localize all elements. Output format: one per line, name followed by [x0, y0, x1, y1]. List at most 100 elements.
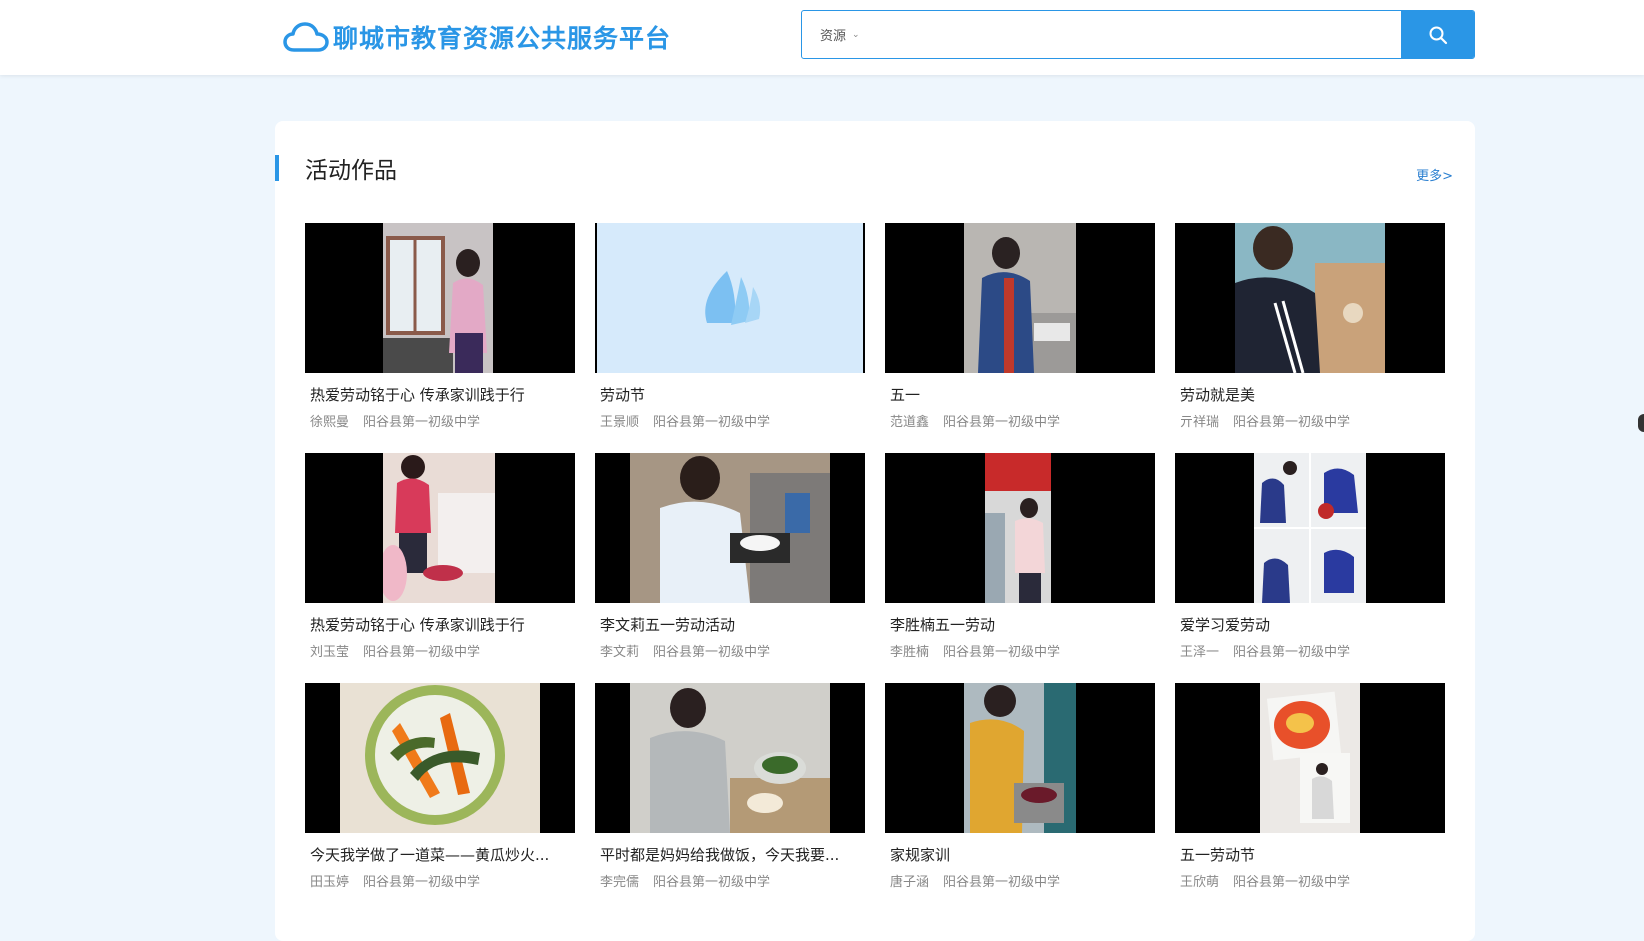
work-meta: 李胜楠 阳谷县第一初级中学 [890, 641, 1060, 660]
work-thumbnail[interactable] [595, 453, 865, 603]
top-header: 聊城市教育资源公共服务平台 资源 ⌄ [0, 0, 1644, 75]
work-meta: 田玉婷 阳谷县第一初级中学 [310, 871, 480, 890]
work-card[interactable]: 热爱劳动铭于心 传承家训践于行 徐熙曼 阳谷县第一初级中学 [305, 223, 575, 443]
work-school: 阳谷县第一初级中学 [653, 645, 771, 660]
search-type-label: 资源 [820, 29, 847, 44]
work-card[interactable]: 劳动就是美 亓祥瑞 阳谷县第一初级中学 [1175, 223, 1445, 443]
work-thumbnail[interactable] [1175, 453, 1445, 603]
work-photo [383, 453, 495, 603]
work-card[interactable]: 五一 范道鑫 阳谷县第一初级中学 [885, 223, 1155, 443]
work-author: 王泽一 [1180, 645, 1220, 660]
work-thumbnail[interactable] [1175, 683, 1445, 833]
placeholder-icon [705, 271, 761, 325]
site-title: 聊城市教育资源公共服务平台 [333, 24, 672, 53]
work-meta: 王泽一 阳谷县第一初级中学 [1180, 641, 1350, 660]
work-author: 田玉婷 [310, 875, 350, 890]
work-school: 阳谷县第一初级中学 [653, 875, 771, 890]
work-school: 阳谷县第一初级中学 [1233, 415, 1351, 430]
work-thumbnail[interactable] [595, 223, 865, 373]
work-card[interactable]: 平时都是妈妈给我做饭，今天我要... 李完儒 阳谷县第一初级中学 [595, 683, 865, 903]
work-photo [964, 683, 1076, 833]
work-title[interactable]: 平时都是妈妈给我做饭，今天我要... [600, 844, 860, 865]
work-thumbnail[interactable] [885, 453, 1155, 603]
work-meta: 李文莉 阳谷县第一初级中学 [600, 641, 770, 660]
work-card[interactable]: 今天我学做了一道菜——黄瓜炒火... 田玉婷 阳谷县第一初级中学 [305, 683, 575, 903]
work-school: 阳谷县第一初级中学 [1233, 875, 1351, 890]
work-author: 亓祥瑞 [1180, 415, 1220, 430]
work-meta: 王欣萌 阳谷县第一初级中学 [1180, 871, 1350, 890]
work-photo [1254, 453, 1366, 603]
work-meta: 王景顺 阳谷县第一初级中学 [600, 411, 770, 430]
work-author: 王欣萌 [1180, 875, 1220, 890]
work-school: 阳谷县第一初级中学 [943, 875, 1061, 890]
work-school: 阳谷县第一初级中学 [363, 645, 481, 660]
work-author: 刘玉莹 [310, 645, 350, 660]
work-author: 范道鑫 [890, 415, 930, 430]
side-float-handle[interactable] [1638, 414, 1644, 432]
work-title[interactable]: 李胜楠五一劳动 [890, 614, 1150, 635]
work-school: 阳谷县第一初级中学 [943, 645, 1061, 660]
work-school: 阳谷县第一初级中学 [363, 415, 481, 430]
work-author: 徐熙曼 [310, 415, 350, 430]
work-title[interactable]: 爱学习爱劳动 [1180, 614, 1440, 635]
work-photo [964, 223, 1076, 373]
work-card[interactable]: 爱学习爱劳动 王泽一 阳谷县第一初级中学 [1175, 453, 1445, 673]
work-title[interactable]: 李文莉五一劳动活动 [600, 614, 860, 635]
work-thumbnail[interactable] [305, 453, 575, 603]
work-card[interactable]: 热爱劳动铭于心 传承家训践于行 刘玉莹 阳谷县第一初级中学 [305, 453, 575, 673]
work-title[interactable]: 五一 [890, 384, 1150, 405]
work-card[interactable]: 李胜楠五一劳动 李胜楠 阳谷县第一初级中学 [885, 453, 1155, 673]
work-thumbnail[interactable] [885, 223, 1155, 373]
cloud-icon [283, 22, 329, 52]
site-logo[interactable]: 聊城市教育资源公共服务平台 [283, 17, 671, 57]
work-author: 李完儒 [600, 875, 640, 890]
work-author: 李文莉 [600, 645, 640, 660]
work-title[interactable]: 家规家训 [890, 844, 1150, 865]
work-title[interactable]: 热爱劳动铭于心 传承家训践于行 [310, 384, 570, 405]
work-photo [1235, 223, 1385, 373]
work-thumbnail[interactable] [305, 683, 575, 833]
work-photo [1260, 683, 1360, 833]
search-type-dropdown[interactable]: 资源 ⌄ [802, 11, 890, 58]
work-card[interactable]: 李文莉五一劳动活动 李文莉 阳谷县第一初级中学 [595, 453, 865, 673]
section-accent-bar [275, 155, 279, 181]
work-title[interactable]: 今天我学做了一道菜——黄瓜炒火... [310, 844, 570, 865]
work-thumbnail[interactable] [595, 683, 865, 833]
work-meta: 刘玉莹 阳谷县第一初级中学 [310, 641, 480, 660]
work-photo [630, 453, 830, 603]
work-photo [985, 453, 1051, 603]
work-meta: 亓祥瑞 阳谷县第一初级中学 [1180, 411, 1350, 430]
work-author: 王景顺 [600, 415, 640, 430]
chevron-down-icon: ⌄ [852, 29, 860, 40]
more-link[interactable]: 更多> [1416, 165, 1453, 184]
search-input[interactable] [890, 11, 1401, 58]
work-title[interactable]: 劳动节 [600, 384, 860, 405]
work-card[interactable]: 家规家训 唐子涵 阳谷县第一初级中学 [885, 683, 1155, 903]
work-author: 李胜楠 [890, 645, 930, 660]
work-meta: 唐子涵 阳谷县第一初级中学 [890, 871, 1060, 890]
section-title: 活动作品 [305, 158, 397, 184]
work-meta: 范道鑫 阳谷县第一初级中学 [890, 411, 1060, 430]
work-meta: 徐熙曼 阳谷县第一初级中学 [310, 411, 480, 430]
work-thumbnail[interactable] [885, 683, 1155, 833]
work-school: 阳谷县第一初级中学 [653, 415, 771, 430]
work-title[interactable]: 劳动就是美 [1180, 384, 1440, 405]
search-icon [1429, 26, 1447, 44]
work-title[interactable]: 五一劳动节 [1180, 844, 1440, 865]
work-school: 阳谷县第一初级中学 [1233, 645, 1351, 660]
work-meta: 李完儒 阳谷县第一初级中学 [600, 871, 770, 890]
activity-works-panel: 活动作品 更多> 热爱劳动铭于心 传承家训践于行 徐熙曼 阳谷县第一初级中学 劳… [275, 121, 1475, 941]
work-photo [383, 223, 493, 373]
work-card[interactable]: 五一劳动节 王欣萌 阳谷县第一初级中学 [1175, 683, 1445, 903]
work-title[interactable]: 热爱劳动铭于心 传承家训践于行 [310, 614, 570, 635]
search-button[interactable] [1401, 11, 1474, 58]
work-school: 阳谷县第一初级中学 [943, 415, 1061, 430]
work-photo [630, 683, 830, 833]
work-card[interactable]: 劳动节 王景顺 阳谷县第一初级中学 [595, 223, 865, 443]
search-bar: 资源 ⌄ [801, 10, 1475, 59]
work-author: 唐子涵 [890, 875, 930, 890]
work-thumbnail[interactable] [1175, 223, 1445, 373]
work-photo [340, 683, 540, 833]
work-thumbnail[interactable] [305, 223, 575, 373]
work-school: 阳谷县第一初级中学 [363, 875, 481, 890]
